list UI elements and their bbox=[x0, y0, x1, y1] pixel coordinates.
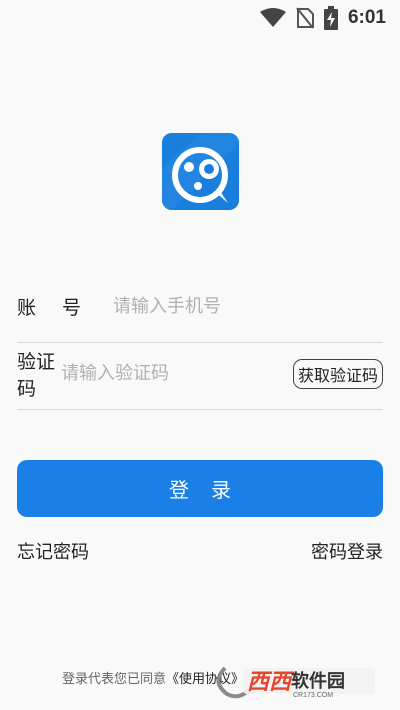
agreement-prefix: 登录代表您已同意 bbox=[62, 672, 167, 687]
login-button[interactable]: 登录 bbox=[17, 460, 383, 517]
svg-text:CR173.COM: CR173.COM bbox=[293, 692, 333, 699]
account-field: 账号 bbox=[17, 271, 383, 343]
phone-input[interactable] bbox=[113, 286, 383, 327]
svg-text:西西: 西西 bbox=[247, 669, 295, 694]
battery-charging-icon bbox=[323, 6, 338, 30]
status-time: 6:01 bbox=[347, 7, 386, 28]
watermark-logo: 西西 软件园 CR173.COM bbox=[215, 660, 385, 700]
svg-text:软件园: 软件园 bbox=[291, 670, 345, 691]
forgot-password-link[interactable]: 忘记密码 bbox=[17, 538, 89, 564]
get-code-button[interactable]: 获取验证码 bbox=[292, 358, 383, 389]
wifi-icon bbox=[259, 8, 286, 28]
no-sim-icon bbox=[296, 7, 314, 29]
code-field: 验证码 获取验证码 bbox=[17, 338, 383, 410]
password-login-link[interactable]: 密码登录 bbox=[311, 538, 383, 564]
app-logo-icon bbox=[162, 133, 239, 210]
code-label: 验证码 bbox=[17, 351, 56, 400]
account-label: 账号 bbox=[17, 298, 108, 319]
verification-code-input[interactable] bbox=[60, 353, 293, 394]
status-bar: 6:01 bbox=[0, 0, 400, 36]
